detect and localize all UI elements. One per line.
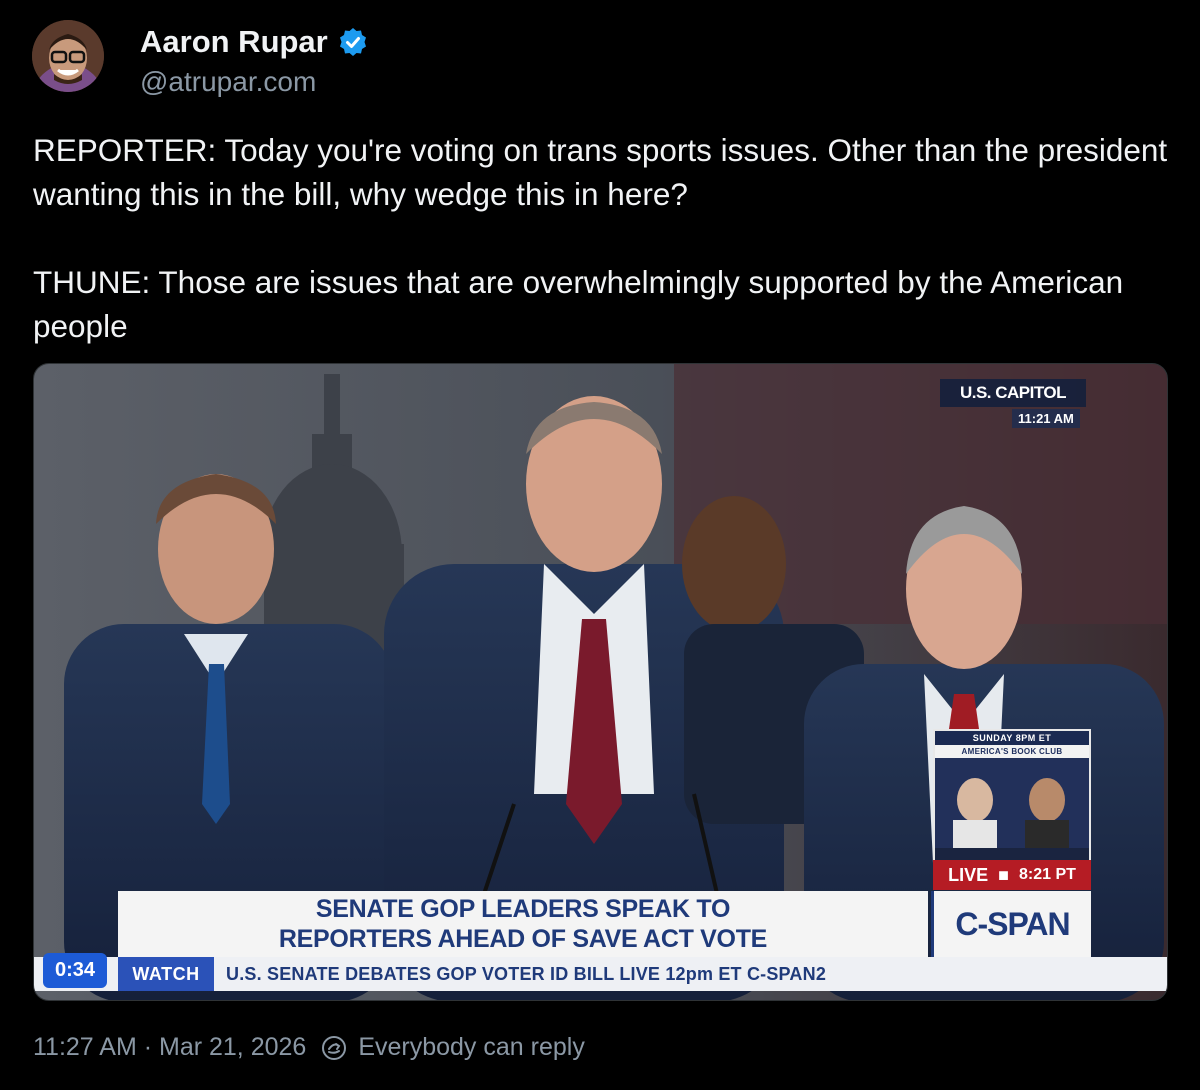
live-dot-icon: ■ [998, 864, 1009, 885]
ticker-text: U.S. SENATE DEBATES GOP VOTER ID BILL LI… [226, 963, 827, 984]
video-player[interactable]: U.S. CAPITOL 11:21 AM SUNDAY 8PM ET AMER… [33, 363, 1168, 1001]
headline-banner: SENATE GOP LEADERS SPEAK TO REPORTERS AH… [118, 891, 928, 957]
promo-portraits [935, 758, 1089, 848]
headline-line-2: REPORTERS AHEAD OF SAVE ACT VOTE [278, 925, 768, 953]
reply-setting-label: Everybody can reply [358, 1033, 585, 1061]
promo-schedule: SUNDAY 8PM ET [935, 731, 1089, 745]
author-avatar[interactable] [32, 20, 104, 92]
video-duration-badge: 0:34 [43, 953, 108, 988]
post-paragraph: THUNE: Those are issues that are overwhe… [33, 264, 1124, 344]
reply-permission-icon [322, 1035, 347, 1060]
live-label: LIVE [948, 864, 989, 885]
author-display-name[interactable]: Aaron Rupar [140, 24, 328, 60]
post-paragraph: REPORTER: Today you're voting on trans s… [33, 132, 1168, 212]
post-text: REPORTER: Today you're voting on trans s… [33, 128, 1173, 348]
promo-title: AMERICA'S BOOK CLUB [935, 745, 1089, 758]
post-timestamp[interactable]: 11:27 AM · Mar 21, 2026 [33, 1033, 306, 1062]
news-ticker: WATCH U.S. SENATE DEBATES GOP VOTER ID B… [34, 957, 1167, 991]
location-bug: U.S. CAPITOL 11:21 AM [940, 379, 1090, 437]
ticker-label: WATCH [118, 957, 214, 991]
reply-setting: Everybody can reply [320, 1033, 585, 1062]
avatar-image [32, 20, 104, 92]
location-bug-time: 11:21 AM [1012, 409, 1080, 428]
headline-line-1: SENATE GOP LEADERS SPEAK TO [315, 895, 731, 923]
live-indicator: LIVE ■ 8:21 PT [933, 860, 1091, 890]
network-logo: C-SPAN [931, 891, 1091, 957]
post-meta: 11:27 AM · Mar 21, 2026 Everybody can re… [33, 1033, 585, 1062]
post: Aaron Rupar @atrupar.com REPORTER: Today… [0, 0, 1200, 1090]
author-name-row: Aaron Rupar [140, 24, 368, 60]
author-handle[interactable]: @atrupar.com [140, 66, 316, 98]
location-bug-label: U.S. CAPITOL [940, 379, 1086, 407]
live-time: 8:21 PT [1018, 866, 1076, 883]
verified-badge-icon [339, 28, 366, 56]
